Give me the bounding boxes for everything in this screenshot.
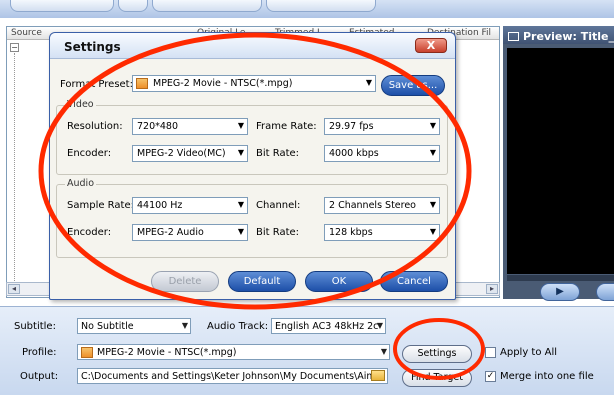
toolbar-button[interactable] (118, 0, 148, 12)
subtitle-value: No Subtitle (81, 321, 134, 332)
frame-rate-value: 29.97 fps (329, 121, 374, 132)
apply-to-all-label: Apply to All (500, 347, 558, 358)
close-button[interactable]: X (415, 38, 447, 53)
sample-rate-value: 44100 Hz (137, 200, 183, 211)
profile-label: Profile: (22, 347, 57, 358)
channel-value: 2 Channels Stereo (329, 200, 416, 211)
video-bitrate-select[interactable]: 4000 kbps ▼ (324, 145, 440, 162)
preview-icon (508, 32, 519, 41)
format-preset-value: MPEG-2 Movie - NTSC(*.mpg) (153, 78, 293, 89)
dropdown-arrow-icon: ▼ (237, 200, 244, 209)
file-format-icon (136, 78, 148, 89)
audio-encoder-label: Encoder: (67, 227, 112, 238)
audio-encoder-select[interactable]: MPEG-2 Audio ▼ (132, 224, 248, 241)
merge-label: Merge into one file (500, 371, 594, 382)
video-bitrate-value: 4000 kbps (329, 148, 379, 159)
tree-expander-icon[interactable]: − (10, 43, 19, 52)
frame-rate-label: Frame Rate: (256, 121, 317, 132)
audio-encoder-value: MPEG-2 Audio (137, 227, 204, 238)
dropdown-arrow-icon: ▼ (237, 121, 244, 130)
video-encoder-label: Encoder: (67, 148, 112, 159)
output-label: Output: (20, 371, 59, 382)
dropdown-arrow-icon: ▼ (181, 321, 188, 330)
resolution-select[interactable]: 720*480 ▼ (132, 118, 248, 135)
scroll-right-icon[interactable]: ▸ (486, 284, 498, 294)
dropdown-arrow-icon: ▼ (429, 227, 436, 236)
bottom-panel: Subtitle: No Subtitle ▼ Audio Track: Engl… (0, 306, 614, 395)
audio-bitrate-value: 128 kbps (329, 227, 373, 238)
subtitle-label: Subtitle: (14, 321, 56, 332)
cancel-button[interactable]: Cancel (380, 271, 448, 292)
audio-track-value: English AC3 48kHz 2c (275, 321, 379, 332)
checkmark-icon: ✓ (486, 371, 495, 381)
profile-value: MPEG-2 Movie - NTSC(*.mpg) (97, 347, 237, 358)
video-bitrate-label: Bit Rate: (256, 148, 300, 159)
audio-group-label: Audio (65, 178, 97, 189)
format-preset-label: Format Preset: (60, 79, 133, 90)
merge-checkbox[interactable]: ✓ (485, 371, 496, 382)
play-button[interactable]: ▶ (540, 283, 580, 301)
preview-control-button[interactable] (596, 283, 614, 301)
preview-title: Preview: Title_ (503, 26, 614, 44)
dropdown-arrow-icon: ▼ (237, 148, 244, 157)
dialog-title: Settings (64, 40, 121, 54)
column-source[interactable]: Source (11, 28, 42, 38)
toolbar-button[interactable] (152, 0, 262, 12)
dropdown-arrow-icon: ▼ (429, 148, 436, 157)
audio-bitrate-select[interactable]: 128 kbps ▼ (324, 224, 440, 241)
save-as-button[interactable]: Save as... (381, 75, 445, 96)
format-preset-select[interactable]: MPEG-2 Movie - NTSC(*.mpg) ▼ (132, 75, 376, 92)
dropdown-arrow-icon: ▼ (380, 347, 387, 356)
delete-button[interactable]: Delete (151, 271, 219, 292)
preview-panel: Preview: Title_ (503, 26, 614, 299)
video-group: Video (56, 99, 448, 175)
toolbar-button[interactable] (266, 0, 376, 12)
resolution-value: 720*480 (137, 121, 179, 132)
tree-line (14, 53, 15, 293)
video-group-label: Video (65, 99, 96, 110)
channel-label: Channel: (256, 200, 301, 211)
play-icon: ▶ (556, 286, 564, 297)
audio-group: Audio (56, 178, 448, 258)
dropdown-arrow-icon: ▼ (237, 227, 244, 236)
audio-track-select[interactable]: English AC3 48kHz 2c ▼ (271, 318, 386, 334)
resolution-label: Resolution: (67, 121, 123, 132)
toolbar-button[interactable] (10, 0, 114, 12)
dialog-titlebar[interactable]: Settings X (50, 33, 455, 59)
video-encoder-select[interactable]: MPEG-2 Video(MC) ▼ (132, 145, 248, 162)
profile-select[interactable]: MPEG-2 Movie - NTSC(*.mpg) ▼ (77, 344, 390, 360)
scroll-left-icon[interactable]: ◂ (8, 284, 20, 294)
output-path-value: C:\Documents and Settings\Keter Johnson\… (81, 371, 382, 382)
apply-to-all-checkbox[interactable] (485, 347, 496, 358)
settings-dialog: Settings X Format Preset: MPEG-2 Movie -… (49, 32, 456, 300)
channel-select[interactable]: 2 Channels Stereo ▼ (324, 197, 440, 214)
default-button[interactable]: Default (228, 271, 296, 292)
audio-track-label: Audio Track: (207, 321, 269, 332)
app-window: Source Original Le... Trimmed L... Estim… (0, 0, 614, 395)
ok-button[interactable]: OK (305, 271, 373, 292)
dropdown-arrow-icon: ▼ (376, 321, 383, 330)
file-format-icon (81, 347, 93, 358)
output-path-field[interactable]: C:\Documents and Settings\Keter Johnson\… (77, 368, 388, 384)
video-encoder-value: MPEG-2 Video(MC) (137, 148, 226, 159)
preview-screen (507, 48, 614, 274)
subtitle-select[interactable]: No Subtitle ▼ (77, 318, 191, 334)
dropdown-arrow-icon: ▼ (429, 200, 436, 209)
folder-icon[interactable] (371, 370, 385, 381)
sample-rate-select[interactable]: 44100 Hz ▼ (132, 197, 248, 214)
preview-seek-slider[interactable] (507, 275, 614, 281)
frame-rate-select[interactable]: 29.97 fps ▼ (324, 118, 440, 135)
dropdown-arrow-icon: ▼ (365, 78, 372, 87)
find-target-button[interactable]: Find Target (402, 369, 472, 387)
dropdown-arrow-icon: ▼ (429, 121, 436, 130)
close-icon: X (426, 39, 436, 52)
sample-rate-label: Sample Rate: (67, 200, 134, 211)
top-toolbar (0, 0, 614, 18)
preview-title-text: Preview: Title_ (523, 30, 614, 43)
audio-bitrate-label: Bit Rate: (256, 227, 300, 238)
settings-button[interactable]: Settings (402, 345, 472, 363)
